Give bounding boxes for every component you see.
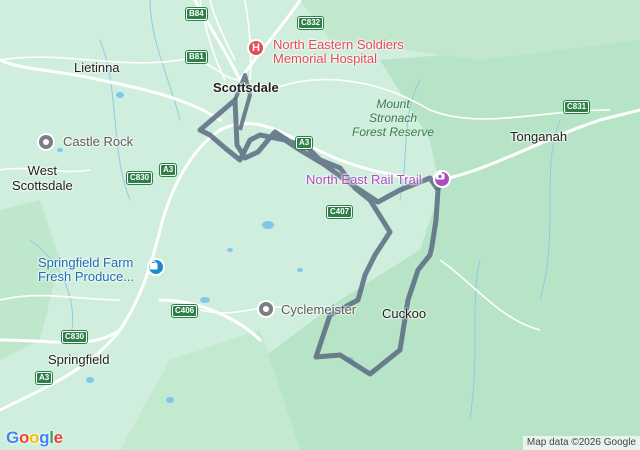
point-of-interest-icon[interactable]	[37, 133, 55, 151]
poi-label-castle-rock[interactable]: Castle Rock	[63, 135, 133, 149]
map-canvas[interactable]: B84 C832 B81 A3 A3 C830 C831 C407 C406 C…	[0, 0, 640, 450]
place-label-cuckoo[interactable]: Cuckoo	[382, 306, 426, 321]
road-shield-b84: B84	[185, 7, 208, 21]
google-logo[interactable]: Google	[6, 428, 63, 448]
camera-icon[interactable]	[433, 170, 451, 188]
road-shield-a3: A3	[158, 163, 178, 177]
hospital-icon[interactable]: H	[247, 39, 265, 57]
place-label-west-scottsdale[interactable]: West Scottsdale	[12, 163, 73, 193]
poi-label-springfield-farm[interactable]: Springfield Farm Fresh Produce...	[38, 256, 134, 284]
road-shield-b81: B81	[185, 50, 208, 64]
road-shield-c831: C831	[562, 100, 591, 114]
shopping-bag-icon[interactable]	[147, 258, 165, 276]
road-shield-c407: C407	[325, 205, 354, 219]
poi-label-rail-trail[interactable]: North East Rail Trail	[306, 173, 422, 187]
map-attribution: Map data ©2026 Google	[522, 436, 640, 450]
road-shield-a3: A3	[294, 136, 314, 150]
road-shield-c832: C832	[296, 16, 325, 30]
place-label-lietinna[interactable]: Lietinna	[74, 60, 120, 75]
road-shield-a3: A3	[34, 371, 54, 385]
place-label-scottsdale[interactable]: Scottsdale	[213, 80, 279, 95]
road-shield-c830: C830	[60, 330, 89, 344]
place-label-tonganah[interactable]: Tonganah	[510, 129, 567, 144]
road-shield-c406: C406	[170, 304, 199, 318]
poi-label-hospital[interactable]: North Eastern Soldiers Memorial Hospital	[273, 38, 404, 66]
poi-label-cyclemeister[interactable]: Cyclemeister	[281, 303, 356, 317]
point-of-interest-icon[interactable]	[257, 300, 275, 318]
forest-area-south	[120, 330, 300, 450]
forest-reserve-label[interactable]: Mount Stronach Forest Reserve	[352, 97, 434, 139]
place-label-springfield[interactable]: Springfield	[48, 352, 109, 367]
road-shield-c830: C830	[125, 171, 154, 185]
